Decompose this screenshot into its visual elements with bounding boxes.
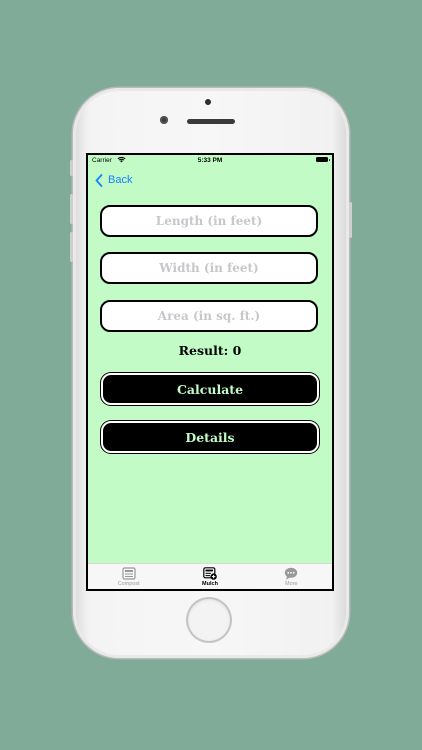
calculate-button-label: Calculate (176, 381, 244, 397)
chevron-left-icon (95, 173, 103, 187)
app-view: Carrier 5:33 PM Back Result: 0 (88, 155, 332, 589)
status-bar: Carrier 5:33 PM (88, 155, 332, 166)
phone-screen: Carrier 5:33 PM Back Result: 0 (86, 153, 334, 591)
tab-more-label: More (285, 581, 298, 587)
result-label: Result: 0 (178, 343, 242, 358)
width-field (100, 252, 318, 284)
details-button-label: Details (185, 429, 235, 445)
chat-bubble-icon (285, 567, 298, 580)
status-time: 5:33 PM (197, 156, 223, 164)
battery-icon (316, 157, 330, 162)
newspaper-icon (122, 567, 136, 580)
length-field (100, 205, 318, 237)
phone-volume-up-button (70, 194, 73, 224)
back-button[interactable]: Back (95, 171, 132, 189)
tab-compost[interactable]: Compost (88, 564, 169, 589)
area-field (100, 300, 318, 332)
home-button[interactable] (188, 599, 230, 641)
newspaper-plus-icon (203, 567, 217, 580)
proximity-sensor (205, 99, 211, 105)
length-input[interactable] (107, 213, 311, 229)
tab-bar: Compost Mulch More (88, 563, 332, 589)
tab-compost-label: Compost (117, 581, 140, 587)
tab-mulch-label: Mulch (202, 581, 218, 587)
width-input[interactable] (107, 260, 311, 276)
calculate-button[interactable]: Calculate (101, 373, 319, 405)
phone-volume-down-button (70, 232, 73, 262)
front-camera (160, 116, 168, 124)
back-button-label: Back (108, 174, 133, 186)
tab-more[interactable]: More (251, 564, 332, 589)
details-button[interactable]: Details (101, 421, 319, 453)
phone-power-button (349, 202, 352, 238)
earpiece-speaker (187, 119, 235, 124)
tab-mulch[interactable]: Mulch (169, 564, 250, 589)
phone-side-button (70, 160, 73, 176)
area-input[interactable] (107, 308, 311, 324)
